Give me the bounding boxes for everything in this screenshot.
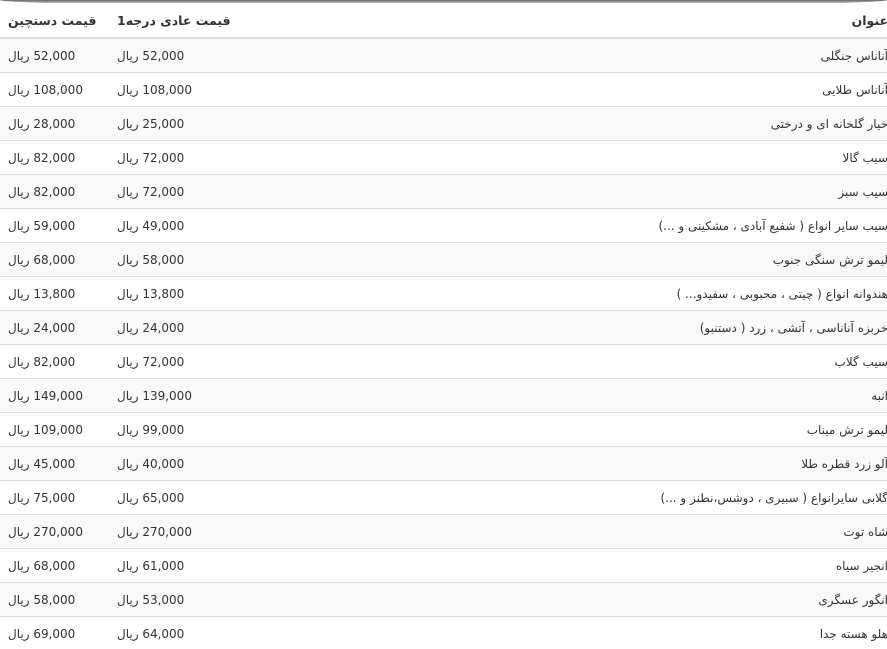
cell-title: شاه توت [410,514,887,549]
cell-secondhand-price: 52,000 ریال [0,37,109,73]
cell-regular-price: 52,000 ریال [109,37,410,73]
table-row: انجیر سیاه 61,000 ریال 68,000 ریال [0,548,887,583]
cell-secondhand-price: 108,000 ریال [0,72,109,107]
header-title[interactable]: عنوان [410,3,887,39]
cell-title: انجیر سیاه [410,548,887,583]
cell-regular-price: 99,000 ریال [109,412,410,447]
price-table: عنوان قیمت عادی درجه1 قیمت دستچین آناناس… [0,3,887,649]
cell-title: خربزه آناناسی ، آتشی ، زرد ( دستنبو) [410,310,887,345]
cell-secondhand-price: 24,000 ریال [0,310,109,345]
cell-title: انگور عسگری [410,582,887,617]
cell-secondhand-price: 82,000 ریال [0,344,109,379]
cell-secondhand-price: 270,000 ریال [0,514,109,549]
cell-secondhand-price: 68,000 ریال [0,242,109,277]
table-header: عنوان قیمت عادی درجه1 قیمت دستچین [0,3,887,39]
cell-regular-price: 72,000 ریال [109,344,410,379]
table-body: آناناس جنگلی 52,000 ریال 52,000 ریال آناناس… [0,37,887,649]
table-row: خربزه آناناسی ، آتشی ، زرد ( دستنبو) 24,0… [0,310,887,345]
table-row: آناناس جنگلی 52,000 ریال 52,000 ریال [0,37,887,73]
cell-title: لیمو ترش میناب [410,412,887,447]
table-row: انگور عسگری 53,000 ریال 58,000 ریال [0,582,887,617]
cell-regular-price: 49,000 ریال [109,208,410,243]
cell-secondhand-price: 68,000 ریال [0,548,109,583]
table-row: سیب گلاب 72,000 ریال 82,000 ریال [0,344,887,379]
table-row: انبه 139,000 ریال 149,000 ریال [0,378,887,413]
cell-secondhand-price: 59,000 ریال [0,208,109,243]
cell-regular-price: 270,000 ریال [109,514,410,549]
page: عنوان قیمت عادی درجه1 قیمت دستچین آناناس… [0,0,887,649]
table-row: سیب گالا 72,000 ریال 82,000 ریال [0,140,887,175]
cell-regular-price: 139,000 ریال [109,378,410,413]
cell-secondhand-price: 75,000 ریال [0,480,109,515]
cell-regular-price: 72,000 ریال [109,140,410,175]
cell-secondhand-price: 28,000 ریال [0,106,109,141]
cell-title: سیب گالا [410,140,887,175]
cell-title: خیار گلخانه ای و درختی [410,106,887,141]
cell-secondhand-price: 45,000 ریال [0,446,109,481]
cell-secondhand-price: 109,000 ریال [0,412,109,447]
header-secondhand-price[interactable]: قیمت دستچین [0,3,109,39]
cell-regular-price: 25,000 ریال [109,106,410,141]
table-row: هندوانه انواع ( چیتی ، محبوبی ، سفیدو...… [0,276,887,311]
cell-regular-price: 108,000 ریال [109,72,410,107]
table-row: سیب سبز 72,000 ریال 82,000 ریال [0,174,887,209]
cell-title: لیمو ترش سنگی جنوب [410,242,887,277]
cell-title: هندوانه انواع ( چیتی ، محبوبی ، سفیدو...… [410,276,887,311]
table-row: هلو هسته جدا 64,000 ریال 69,000 ریال [0,616,887,649]
cell-title: آناناس طلایی [410,72,887,107]
table-row: خیار گلخانه ای و درختی 25,000 ریال 28,000 … [0,106,887,141]
table-row: سیب سایر انواع ( شفیع آبادی ، مشکینی و .… [0,208,887,243]
cell-title: آلو زرد قطره طلا [410,446,887,481]
cell-regular-price: 53,000 ریال [109,582,410,617]
cell-regular-price: 64,000 ریال [109,616,410,649]
cell-title: انبه [410,378,887,413]
header-row: عنوان قیمت عادی درجه1 قیمت دستچین [0,3,887,39]
cell-secondhand-price: 82,000 ریال [0,140,109,175]
cell-title: سیب سایر انواع ( شفیع آبادی ، مشکینی و .… [410,208,887,243]
header-regular-price[interactable]: قیمت عادی درجه1 [109,3,410,39]
cell-secondhand-price: 13,800 ریال [0,276,109,311]
table-row: آلو زرد قطره طلا 40,000 ریال 45,000 ریال [0,446,887,481]
table-row: لیمو ترش سنگی جنوب 58,000 ریال 68,000 ریال [0,242,887,277]
table-row: گلابی سایرانواع ( سبیری ، دوشس،نطنز و ..… [0,480,887,515]
cell-regular-price: 40,000 ریال [109,446,410,481]
cell-regular-price: 65,000 ریال [109,480,410,515]
cell-regular-price: 58,000 ریال [109,242,410,277]
table-row: شاه توت 270,000 ریال 270,000 ریال [0,514,887,549]
cell-title: آناناس جنگلی [410,37,887,73]
table-row: آناناس طلایی 108,000 ریال 108,000 ریال [0,72,887,107]
cell-regular-price: 24,000 ریال [109,310,410,345]
cell-regular-price: 72,000 ریال [109,174,410,209]
cell-title: سیب گلاب [410,344,887,379]
cell-secondhand-price: 149,000 ریال [0,378,109,413]
cell-title: سیب سبز [410,174,887,209]
cell-regular-price: 13,800 ریال [109,276,410,311]
cell-secondhand-price: 82,000 ریال [0,174,109,209]
table-row: لیمو ترش میناب 99,000 ریال 109,000 ریال [0,412,887,447]
cell-secondhand-price: 58,000 ریال [0,582,109,617]
cell-regular-price: 61,000 ریال [109,548,410,583]
cell-secondhand-price: 69,000 ریال [0,616,109,649]
cell-title: گلابی سایرانواع ( سبیری ، دوشس،نطنز و ..… [410,480,887,515]
cell-title: هلو هسته جدا [410,616,887,649]
